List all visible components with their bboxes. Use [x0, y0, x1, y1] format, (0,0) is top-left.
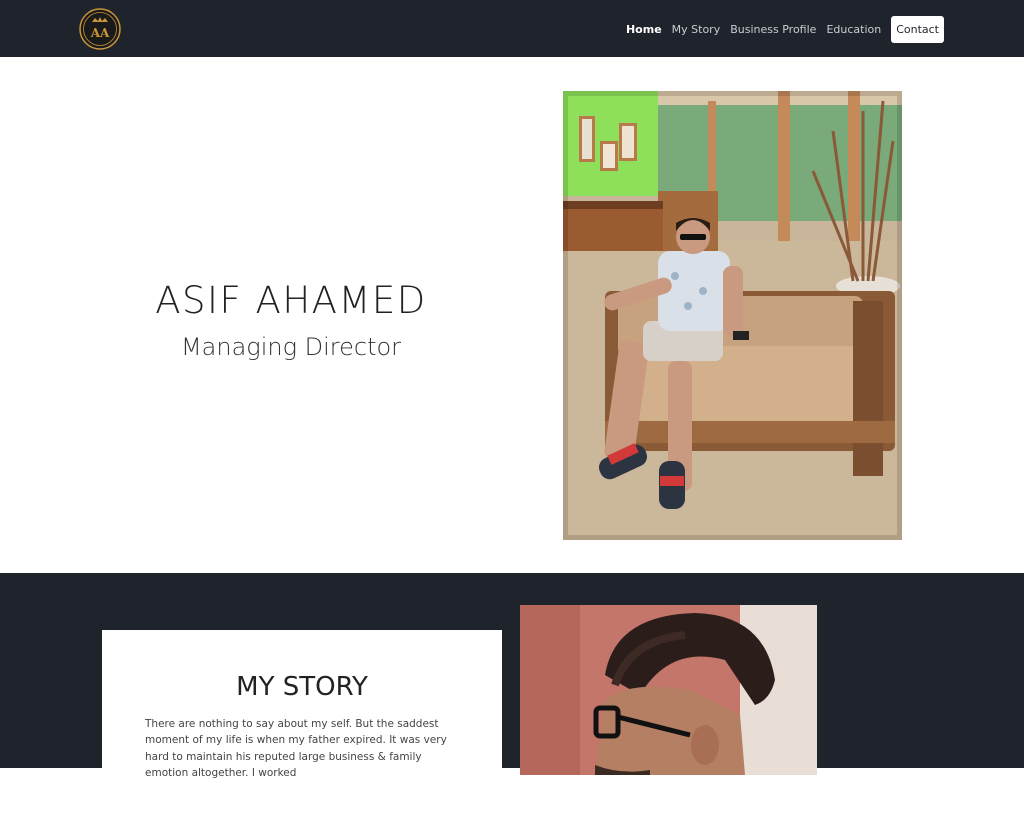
story-portrait-photo [520, 605, 817, 775]
hero-section: ASIF AHAMED Managing Director [0, 57, 1024, 573]
story-title: MY STORY [236, 672, 368, 702]
nav-business-profile-link[interactable]: Business Profile [730, 23, 816, 36]
story-text: There are nothing to say about my self. … [145, 718, 447, 779]
nav-my-story-link[interactable]: My Story [672, 23, 721, 36]
logo-icon[interactable]: AA [79, 8, 121, 50]
nav-contact-button[interactable]: Contact [891, 15, 944, 43]
nav-home-link[interactable]: Home [626, 23, 662, 36]
nav-links: Home My Story Business Profile Education… [616, 15, 944, 43]
top-navbar: AA Home My Story Business Profile Educat… [0, 0, 1024, 57]
hero-role: Managing Director [180, 333, 402, 361]
story-card: MY STORY There are nothing to say about … [102, 630, 502, 830]
hero-portrait-photo [563, 91, 902, 540]
story-section: MY STORY There are nothing to say about … [0, 573, 1024, 830]
nav-education-link[interactable]: Education [826, 23, 881, 36]
hero-name: ASIF AHAMED [155, 279, 427, 322]
svg-text:AA: AA [90, 26, 110, 40]
